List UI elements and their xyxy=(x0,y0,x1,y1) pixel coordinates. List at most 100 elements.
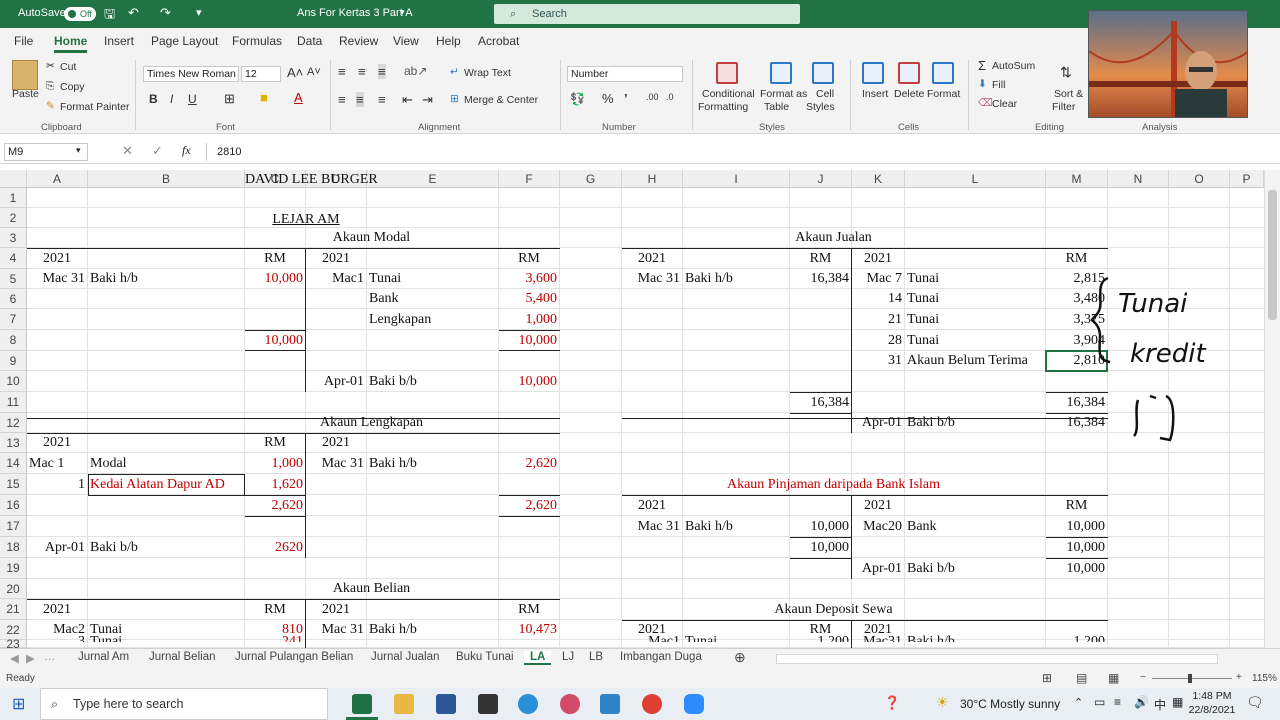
percent-icon[interactable]: % xyxy=(602,91,614,106)
autosum-icon[interactable]: Σ xyxy=(978,58,986,73)
eraser-icon[interactable]: ⌫ xyxy=(978,97,993,109)
row-header-9[interactable]: 9 xyxy=(0,351,27,371)
weather-icon[interactable]: ☀ xyxy=(936,694,949,711)
font-name-dropdown[interactable]: Times New Roman xyxy=(143,66,239,82)
format-painter-button[interactable]: Format Painter xyxy=(60,101,129,113)
weather-text[interactable]: 30°C Mostly sunny xyxy=(960,697,1060,711)
insert-cells-button[interactable]: Insert xyxy=(862,88,888,100)
row-header-16[interactable]: 16 xyxy=(0,495,27,516)
normal-view-icon[interactable]: ⊞ xyxy=(1042,671,1052,685)
battery-icon[interactable]: ▭ xyxy=(1094,695,1105,709)
sheet-tab-jurnal-belian[interactable]: Jurnal Belian xyxy=(149,651,215,663)
cell-styles-icon[interactable] xyxy=(812,62,834,84)
column-header-m[interactable]: M xyxy=(1046,170,1108,188)
row-header-7[interactable]: 7 xyxy=(0,309,27,330)
comma-icon[interactable]: ’ xyxy=(624,91,628,106)
insert-function-icon[interactable]: fx xyxy=(182,143,191,158)
clock-time[interactable]: 1:48 PM xyxy=(1190,690,1234,702)
copy-button[interactable]: Copy xyxy=(60,81,85,93)
column-header-n[interactable]: N xyxy=(1108,170,1169,188)
sheet-tab-jurnal-jualan[interactable]: Jurnal Jualan xyxy=(371,651,439,663)
row-header-4[interactable]: 4 xyxy=(0,248,27,269)
align-middle-icon[interactable]: ≡ xyxy=(358,64,366,79)
decrease-decimal-icon[interactable]: .0 xyxy=(666,92,674,102)
zoom-slider-thumb[interactable] xyxy=(1188,674,1192,683)
horizontal-scrollbar[interactable] xyxy=(776,654,1218,664)
app-icon[interactable] xyxy=(560,694,580,714)
paste-icon[interactable] xyxy=(12,60,38,90)
sheet-tab-imbangan-duga[interactable]: Imbangan Duga xyxy=(620,651,702,663)
currency-icon[interactable]: 💱 xyxy=(570,92,585,106)
font-color-icon[interactable]: A xyxy=(294,90,303,105)
row-header-3[interactable]: 3 xyxy=(0,228,27,248)
sheet-tab-jurnal-am[interactable]: Jurnal Am xyxy=(78,651,129,663)
sort-filter-icon[interactable]: ⇅ xyxy=(1060,64,1072,81)
decrease-indent-icon[interactable]: ⇤ xyxy=(402,92,413,108)
spreadsheet-grid[interactable]: ABCDEFGHIJKLMNOP 1 2 3 4 5 6 7 8 9 10 11 12 13 14 15 16… xyxy=(0,170,1264,648)
conditional-formatting-label-1[interactable]: Conditional xyxy=(702,88,755,100)
column-header-i[interactable]: I xyxy=(683,170,790,188)
row-header-8[interactable]: 8 xyxy=(0,330,27,351)
tab-page-layout[interactable]: Page Layout xyxy=(151,34,218,48)
column-header-j[interactable]: J xyxy=(790,170,852,188)
tab-file[interactable]: File xyxy=(14,34,33,48)
column-header-a[interactable]: A xyxy=(27,170,88,188)
customize-toolbar-icon[interactable]: ▾ xyxy=(196,6,202,19)
cell-c1[interactable]: DAVID LEE BURGER xyxy=(245,170,378,190)
wifi-icon[interactable]: ≡ xyxy=(1114,695,1121,709)
row-header-5[interactable]: 5 xyxy=(0,269,27,289)
column-header-e[interactable]: E xyxy=(367,170,499,188)
conditional-formatting-icon[interactable] xyxy=(716,62,738,84)
sort-filter-label-1[interactable]: Sort & xyxy=(1054,88,1083,100)
notifications-icon[interactable]: 🗨 xyxy=(1246,694,1264,711)
store-icon[interactable] xyxy=(478,694,498,714)
zoom-in-icon[interactable]: + xyxy=(1236,672,1242,683)
align-left-icon[interactable]: ≡ xyxy=(338,92,346,107)
font-size-dropdown[interactable]: 12 xyxy=(241,66,281,82)
paste-button[interactable]: Paste xyxy=(12,88,39,100)
row-header-13[interactable]: 13 xyxy=(0,433,27,453)
edge-icon[interactable] xyxy=(518,694,538,714)
vertical-scrollbar[interactable] xyxy=(1264,170,1280,648)
taskbar-search[interactable]: ⌕ Type here to search xyxy=(40,688,328,720)
row-header-15[interactable]: 15 xyxy=(0,474,27,495)
increase-indent-icon[interactable]: ⇥ xyxy=(422,92,433,108)
merge-center-button[interactable]: Merge & Center xyxy=(464,94,538,106)
underline-icon[interactable]: U xyxy=(188,92,197,106)
sheet-tab-jurnal-pulangan-belian[interactable]: Jurnal Pulangan Belian xyxy=(235,651,353,663)
wrap-text-button[interactable]: Wrap Text xyxy=(464,67,511,79)
save-icon[interactable]: 🖫 xyxy=(104,5,115,27)
row-header-6[interactable]: 6 xyxy=(0,289,27,309)
row-header-23[interactable]: 23 xyxy=(0,638,27,648)
format-as-table-label-2[interactable]: Table xyxy=(764,101,789,113)
row-header-14[interactable]: 14 xyxy=(0,453,27,474)
cancel-icon[interactable]: ✕ xyxy=(122,143,133,159)
row-header-21[interactable]: 21 xyxy=(0,599,27,620)
tab-insert[interactable]: Insert xyxy=(104,34,134,48)
sheet-tab-lb[interactable]: LB xyxy=(589,651,603,663)
delete-cells-icon[interactable] xyxy=(898,62,920,84)
cell-styles-label-2[interactable]: Styles xyxy=(806,101,835,113)
row-header-11[interactable]: 11 xyxy=(0,392,27,413)
bold-icon[interactable]: B xyxy=(149,92,158,106)
format-cells-button[interactable]: Format xyxy=(927,88,960,100)
sort-filter-label-2[interactable]: Filter xyxy=(1052,101,1075,113)
row-header-18[interactable]: 18 xyxy=(0,537,27,558)
insert-cells-icon[interactable] xyxy=(862,62,884,84)
orientation-icon[interactable]: ab↗ xyxy=(404,64,427,78)
row-header-1[interactable]: 1 xyxy=(0,188,27,208)
redo-icon[interactable]: ↷ xyxy=(160,5,171,21)
align-right-icon[interactable]: ≡ xyxy=(378,92,386,107)
autosave-toggle[interactable]: Off xyxy=(64,7,96,21)
italic-icon[interactable]: I xyxy=(170,92,173,106)
tray-chevron-icon[interactable]: ⌃ xyxy=(1074,696,1083,709)
tab-help[interactable]: Help xyxy=(436,34,461,48)
conditional-formatting-label-2[interactable]: Formatting xyxy=(698,101,748,113)
tab-home[interactable]: Home xyxy=(54,34,88,53)
increase-font-icon[interactable]: A˄ xyxy=(287,65,303,80)
tab-review[interactable]: Review xyxy=(339,34,378,48)
increase-decimal-icon[interactable]: .00 xyxy=(646,92,659,102)
tab-data[interactable]: Data xyxy=(297,34,322,48)
row-header-20[interactable]: 20 xyxy=(0,579,27,599)
merge-icon[interactable]: ⊞ xyxy=(450,93,459,105)
